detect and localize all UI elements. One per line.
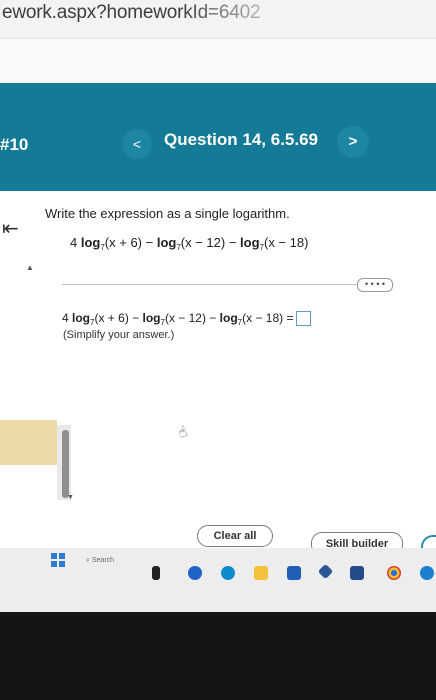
file-explorer-icon[interactable] (254, 566, 268, 580)
taskbar (0, 548, 436, 612)
windows-start-icon[interactable] (51, 553, 65, 567)
edge-browser-icon[interactable] (221, 566, 235, 580)
taskbar-search[interactable]: ⌕ Search (86, 557, 146, 569)
url-blur-overlay (180, 0, 436, 26)
chevron-right-icon: > (348, 133, 358, 150)
scroll-up-arrow-icon[interactable]: ▲ (26, 263, 34, 272)
question-prompt: Write the expression as a single logarit… (45, 206, 290, 221)
chrome-icon[interactable] (387, 566, 401, 580)
widgets-icon[interactable] (188, 566, 202, 580)
more-options-button[interactable]: • • • • (357, 278, 393, 292)
task-view-icon[interactable] (152, 566, 160, 580)
previous-question-button[interactable]: < (122, 129, 152, 159)
next-question-button[interactable]: > (337, 126, 369, 158)
homework-number: #10 (0, 135, 29, 154)
screen: ework.aspx?homeworkId=6402 #10 < Questio… (0, 0, 436, 612)
side-highlight (0, 420, 57, 465)
scroll-down-arrow-icon[interactable]: ▼ (67, 494, 74, 501)
app-icon-2[interactable] (350, 566, 364, 580)
clear-all-button[interactable]: Clear all (197, 525, 273, 547)
monitor-bezel (0, 612, 436, 700)
answer-input-box[interactable] (296, 311, 312, 327)
answer-line: 4 log7(x + 6) − log7(x − 12) − log7(x − … (62, 311, 312, 327)
question-expression: 4 log7(x + 6) − log7(x − 12) − log7(x − … (70, 235, 309, 252)
answer-hint: (Simplify your answer.) (63, 329, 175, 341)
back-arrow-icon[interactable]: ⇤ (2, 216, 19, 241)
app-icon-3[interactable] (420, 566, 434, 580)
question-title: Question 14, 6.5.69 (164, 130, 319, 149)
chevron-left-icon: < (132, 136, 142, 152)
scrollbar-thumb[interactable] (62, 430, 69, 498)
store-icon[interactable] (287, 566, 301, 580)
address-bar[interactable]: ework.aspx?homeworkId=6402 (0, 0, 436, 39)
section-divider (62, 284, 394, 285)
